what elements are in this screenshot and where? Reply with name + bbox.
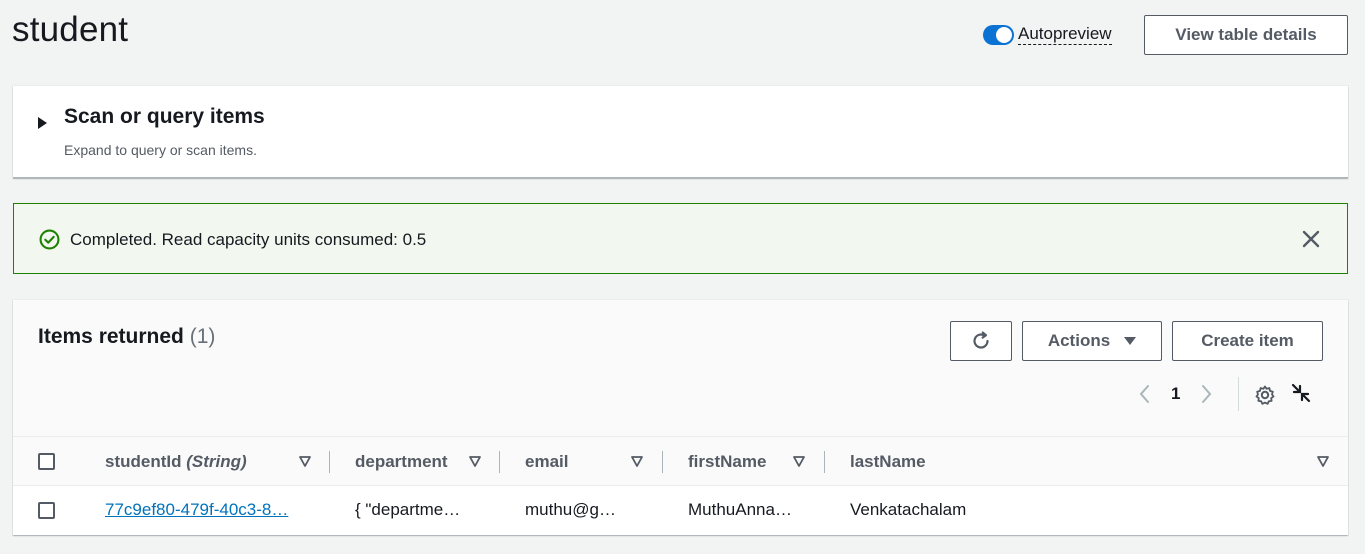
- success-check-icon: [39, 229, 60, 250]
- gear-icon[interactable]: [1254, 384, 1276, 406]
- column-name: studentId: [105, 452, 182, 471]
- cell-firstName[interactable]: MuthuAnna…: [688, 500, 792, 520]
- sort-icon[interactable]: [1317, 456, 1329, 467]
- row-checkbox[interactable]: [38, 502, 55, 519]
- table-header: studentId (String) department email firs…: [13, 436, 1348, 486]
- column-header-firstName[interactable]: firstName: [688, 452, 766, 472]
- scan-panel-description: Expand to query or scan items.: [64, 142, 257, 158]
- view-table-details-button[interactable]: View table details: [1144, 15, 1348, 55]
- items-returned-panel: Items returned (1) Actions Create item 1: [13, 300, 1348, 535]
- items-count: (1): [189, 325, 216, 348]
- pager-divider: [1238, 377, 1239, 411]
- column-type: (String): [186, 452, 247, 471]
- cell-lastName[interactable]: Venkatachalam: [850, 500, 966, 520]
- refresh-icon: [973, 331, 989, 349]
- sort-icon[interactable]: [793, 456, 805, 467]
- column-resizer[interactable]: [499, 451, 500, 473]
- flash-message: Completed. Read capacity units consumed:…: [70, 230, 427, 249]
- sort-icon[interactable]: [631, 456, 643, 467]
- shrink-icon[interactable]: [1291, 383, 1311, 403]
- close-icon[interactable]: [1301, 229, 1321, 249]
- page-title: student: [12, 10, 129, 49]
- create-item-button[interactable]: Create item: [1172, 321, 1323, 361]
- sort-icon[interactable]: [469, 456, 481, 467]
- success-flash: Completed. Read capacity units consumed:…: [13, 203, 1348, 274]
- scan-query-panel: Scan or query items Expand to query or s…: [13, 86, 1348, 178]
- autopreview-label[interactable]: Autopreview: [1018, 24, 1112, 45]
- column-header-email[interactable]: email: [525, 452, 568, 472]
- pagination: 1: [1136, 383, 1215, 405]
- toggle-knob: [996, 26, 1012, 43]
- select-all-checkbox[interactable]: [38, 453, 55, 470]
- items-title-label: Items returned: [38, 325, 184, 348]
- chevron-left-icon[interactable]: [1136, 383, 1154, 405]
- scan-panel-title[interactable]: Scan or query items: [64, 105, 265, 129]
- refresh-button[interactable]: [950, 321, 1012, 361]
- column-header-department[interactable]: department: [355, 452, 448, 472]
- cell-studentId-link[interactable]: 77c9ef80-479f-40c3-8…: [105, 500, 288, 520]
- page-number[interactable]: 1: [1171, 384, 1180, 404]
- items-header: Items returned (1) Actions Create item 1: [13, 300, 1348, 436]
- column-header-studentId[interactable]: studentId (String): [105, 452, 247, 472]
- actions-label: Actions: [1047, 331, 1111, 350]
- column-resizer[interactable]: [329, 451, 330, 473]
- table-row[interactable]: 77c9ef80-479f-40c3-8… { "departme… muthu…: [13, 486, 1348, 535]
- cell-email[interactable]: muthu@g…: [525, 500, 616, 520]
- autopreview-toggle[interactable]: [983, 24, 1014, 45]
- expand-caret-icon[interactable]: [38, 117, 47, 129]
- autopreview-toggle-group[interactable]: Autopreview: [983, 24, 1112, 45]
- items-title: Items returned (1): [38, 325, 215, 349]
- column-resizer[interactable]: [824, 451, 825, 473]
- cell-department[interactable]: { "departme…: [355, 500, 460, 520]
- sort-icon[interactable]: [299, 456, 311, 467]
- column-resizer[interactable]: [662, 451, 663, 473]
- column-header-lastName[interactable]: lastName: [850, 452, 926, 472]
- actions-dropdown-button[interactable]: Actions: [1022, 321, 1162, 361]
- caret-down-icon: [1124, 337, 1137, 345]
- chevron-right-icon[interactable]: [1197, 383, 1215, 405]
